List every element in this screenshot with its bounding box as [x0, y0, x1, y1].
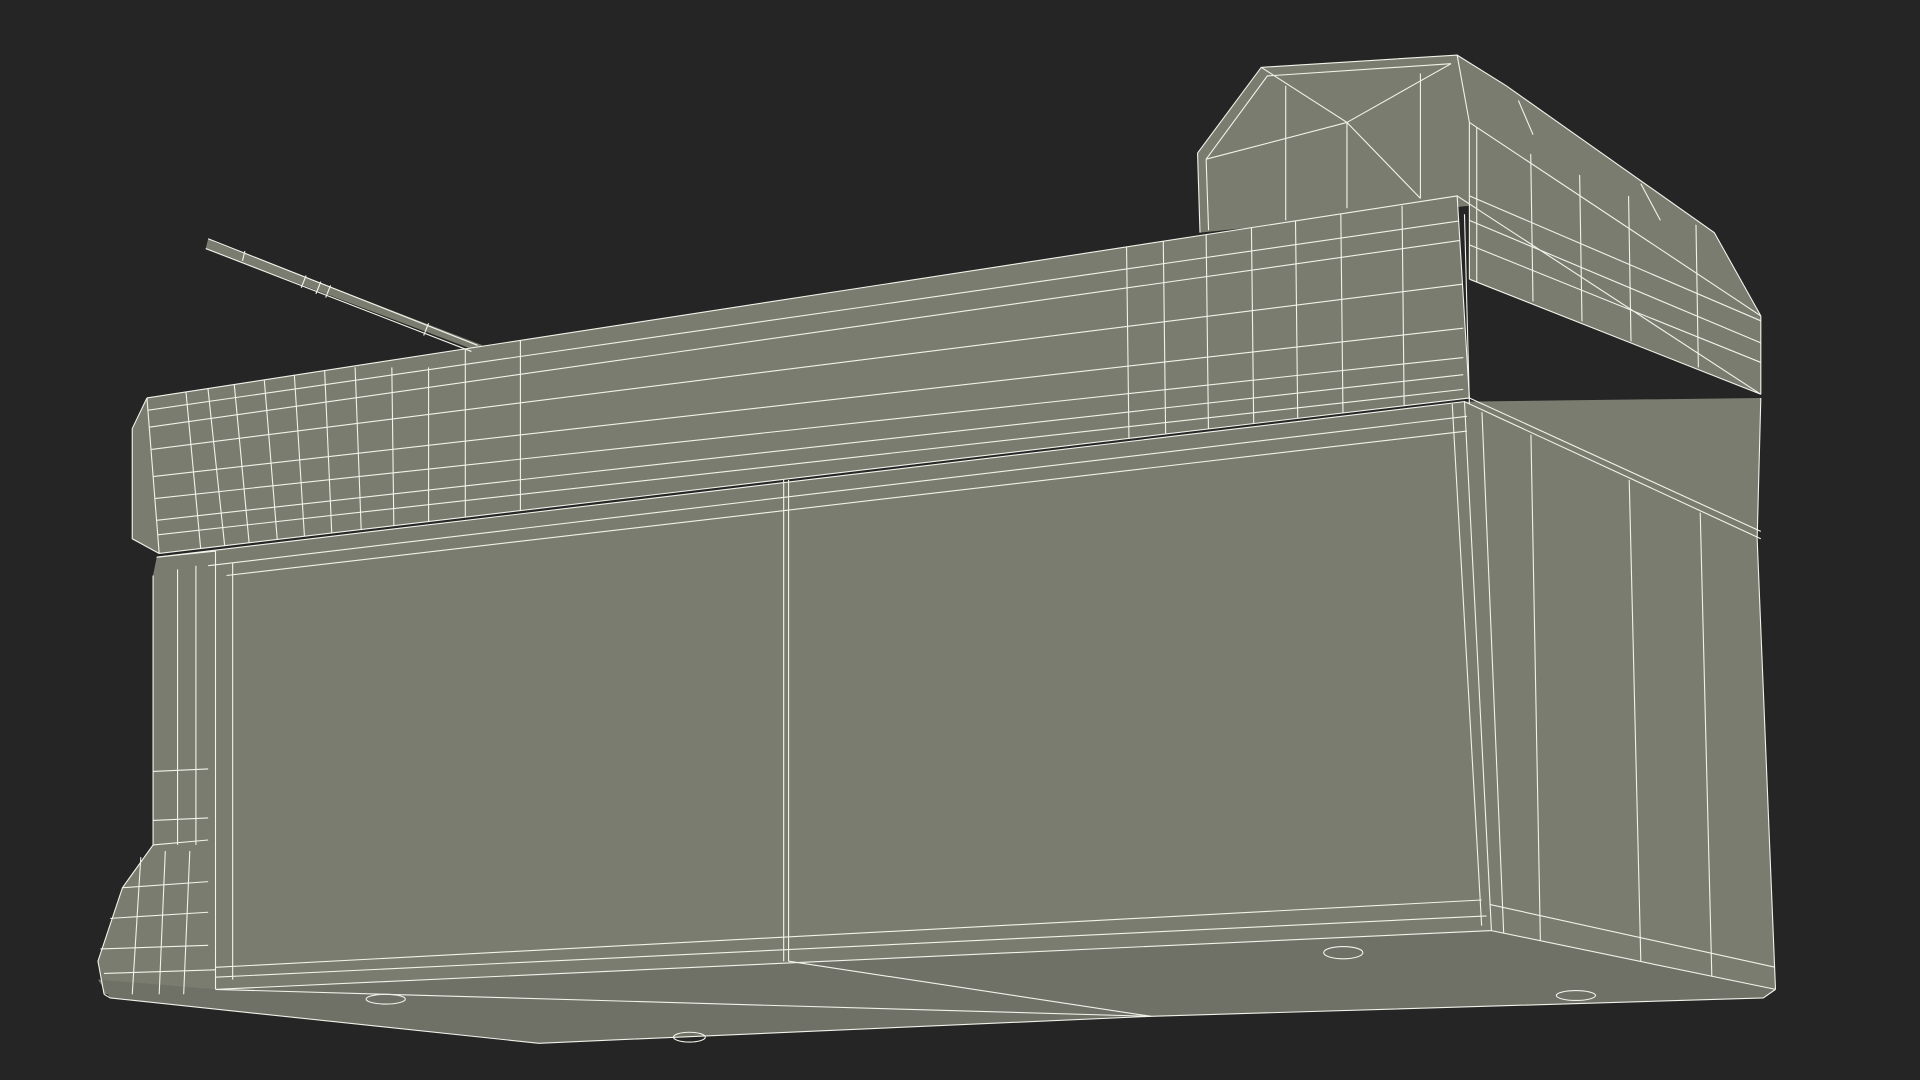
3d-viewport[interactable]	[0, 0, 1920, 1080]
fryer-wireframe-render	[97, 54, 1777, 1044]
lid-side	[1457, 55, 1761, 395]
side-panel	[1464, 397, 1776, 990]
basket-handle	[205, 238, 483, 351]
